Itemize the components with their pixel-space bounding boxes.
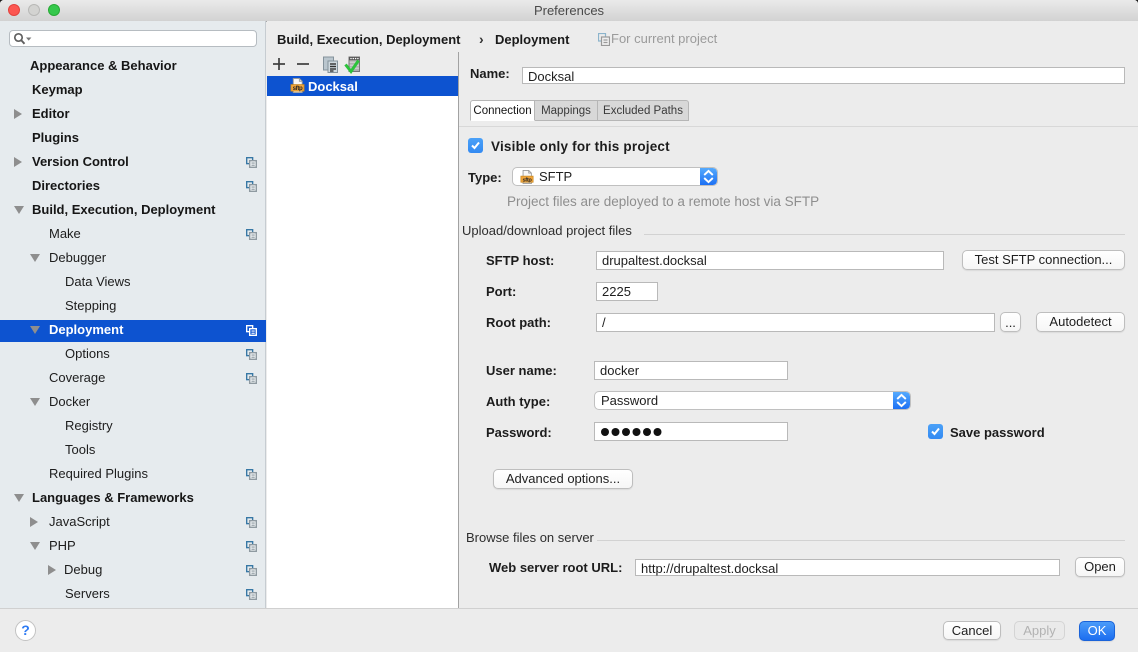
svg-text:sftp: sftp xyxy=(523,177,533,183)
svg-text:sftp: sftp xyxy=(293,85,303,92)
